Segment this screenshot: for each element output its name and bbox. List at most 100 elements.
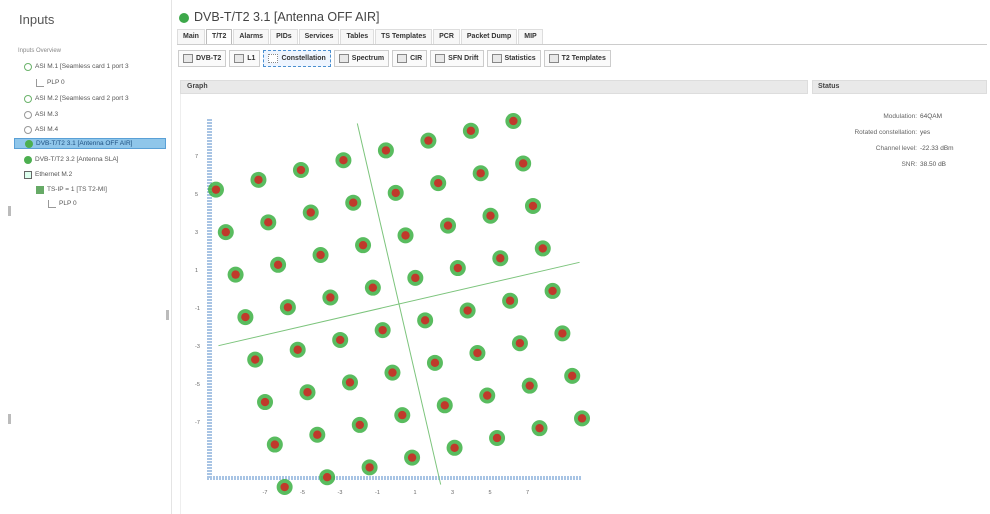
border-dot	[207, 335, 212, 337]
constellation-point	[316, 250, 325, 260]
border-dot	[207, 143, 212, 145]
subtab-sfn-drift[interactable]: SFN Drift	[430, 50, 484, 67]
inputs-overview-link[interactable]: Inputs Overview	[18, 48, 61, 54]
tree-item-plp-0-eth[interactable]: PLP 0	[48, 198, 77, 209]
subtab-t2-templates[interactable]: T2 Templates	[543, 50, 611, 67]
x-tick-labels: -7 -5 -3 -1 1 3 5 7	[263, 490, 529, 496]
y-tick-label: -1	[195, 306, 200, 312]
border-dot	[261, 476, 263, 480]
border-dot	[231, 476, 233, 480]
border-dot	[216, 476, 218, 480]
subtab-cir[interactable]: CIR	[392, 50, 428, 67]
border-dot	[207, 224, 212, 226]
constellation-point	[515, 339, 525, 348]
border-dot	[504, 476, 506, 480]
constellation-axes	[218, 123, 580, 485]
tree-item-plp-0[interactable]: PLP 0	[36, 77, 65, 88]
constellation-point	[525, 381, 534, 390]
border-dot	[207, 158, 212, 160]
splitter-handle[interactable]	[166, 310, 169, 320]
splitter-handle[interactable]	[8, 206, 11, 216]
border-dot	[234, 476, 236, 480]
status-label: Rotated constellation:	[854, 129, 917, 136]
tab-pids[interactable]: PIDs	[270, 29, 298, 44]
tab-alarms[interactable]: Alarms	[233, 29, 270, 44]
border-dot	[564, 476, 566, 480]
x-tick-label: -1	[375, 490, 380, 496]
tab-mip[interactable]: MIP	[518, 29, 543, 44]
constellation-point	[443, 221, 453, 230]
border-dot	[207, 263, 212, 265]
splitter-handle[interactable]	[8, 414, 11, 424]
subtab-spectrum[interactable]: Spectrum	[333, 50, 390, 67]
border-dot	[258, 476, 260, 480]
border-dot	[207, 245, 212, 247]
tree-item-label: DVB-T/T2 3.1 [Antenna OFF AIR]	[36, 140, 133, 147]
border-dot	[294, 476, 296, 480]
tab-services[interactable]: Services	[298, 29, 340, 44]
constellation-point	[306, 208, 315, 217]
border-dot	[483, 476, 485, 480]
tree-item-asi-m3[interactable]: ASI M.3	[24, 109, 58, 120]
border-dot	[207, 146, 212, 148]
border-dot	[543, 476, 545, 480]
border-dot	[360, 476, 362, 480]
subtab-dvb-t2[interactable]: DVB-T2	[178, 50, 227, 67]
border-dot	[207, 176, 212, 178]
tab-packet-dump[interactable]: Packet Dump	[460, 29, 518, 44]
border-dot	[276, 476, 278, 480]
subtab-constellation[interactable]: Constellation	[263, 50, 331, 67]
border-dot	[207, 389, 212, 391]
border-dot	[207, 269, 212, 271]
y-tick-label: 1	[195, 268, 198, 274]
subtab-l1[interactable]: L1	[229, 50, 261, 67]
tree-item-label: ASI M.1 [Seamless card 1 port 3	[35, 63, 129, 70]
status-value: -22.33 dBm	[920, 145, 954, 152]
border-dot	[207, 260, 212, 262]
tree-item-ethernet[interactable]: Ethernet M.2	[24, 169, 72, 180]
constellation-point	[355, 420, 364, 430]
x-tick-label: -5	[300, 490, 305, 496]
tree-item-asi-m1[interactable]: ASI M.1 [Seamless card 1 port 3	[24, 61, 129, 72]
constellation-point	[270, 440, 280, 449]
tree-item-asi-m2[interactable]: ASI M.2 [Seamless card 2 port 3	[24, 93, 129, 104]
border-dot	[207, 413, 212, 415]
border-dot	[243, 476, 245, 480]
border-dot	[207, 464, 212, 466]
border-dot	[495, 476, 497, 480]
border-dot	[525, 476, 527, 480]
border-dot	[207, 134, 212, 136]
border-dot	[207, 131, 212, 133]
tree-item-dvbt-3-2[interactable]: DVB-T/T2 3.2 [Antenna SLA]	[24, 154, 118, 165]
tab-tables[interactable]: Tables	[340, 29, 375, 44]
border-dot	[207, 344, 212, 346]
border-dot	[207, 203, 212, 205]
border-dot	[207, 446, 212, 448]
border-dot	[207, 380, 212, 382]
border-dot	[207, 383, 212, 385]
border-dot	[207, 257, 212, 259]
tab-main[interactable]: Main	[177, 29, 205, 44]
constellation-point	[322, 473, 332, 482]
border-dot	[207, 326, 212, 328]
border-dot	[207, 419, 212, 421]
subtab-label: Constellation	[281, 55, 326, 62]
border-dot	[579, 476, 581, 480]
border-dot	[207, 149, 212, 151]
border-dot	[558, 476, 560, 480]
border-dot	[207, 230, 212, 232]
border-dot	[441, 476, 443, 480]
tree-item-dvbt-3-1[interactable]: DVB-T/T2 3.1 [Antenna OFF AIR]	[14, 138, 166, 149]
graph-panel-header: Graph	[180, 80, 808, 94]
constellation-point	[335, 335, 345, 345]
tab-ts-templates[interactable]: TS Templates	[375, 29, 433, 44]
border-dot	[372, 476, 374, 480]
constellation-point	[509, 116, 518, 126]
tab-pcr[interactable]: PCR	[433, 29, 460, 44]
subtab-statistics[interactable]: Statistics	[486, 50, 541, 67]
tree-item-ts-ip[interactable]: TS-IP = 1 [TS T2-MI]	[36, 184, 107, 195]
tree-item-asi-m4[interactable]: ASI M.4	[24, 124, 58, 135]
tab-t-t2[interactable]: T/T2	[205, 29, 233, 44]
border-dot	[207, 164, 212, 166]
constellation-point	[264, 218, 273, 227]
